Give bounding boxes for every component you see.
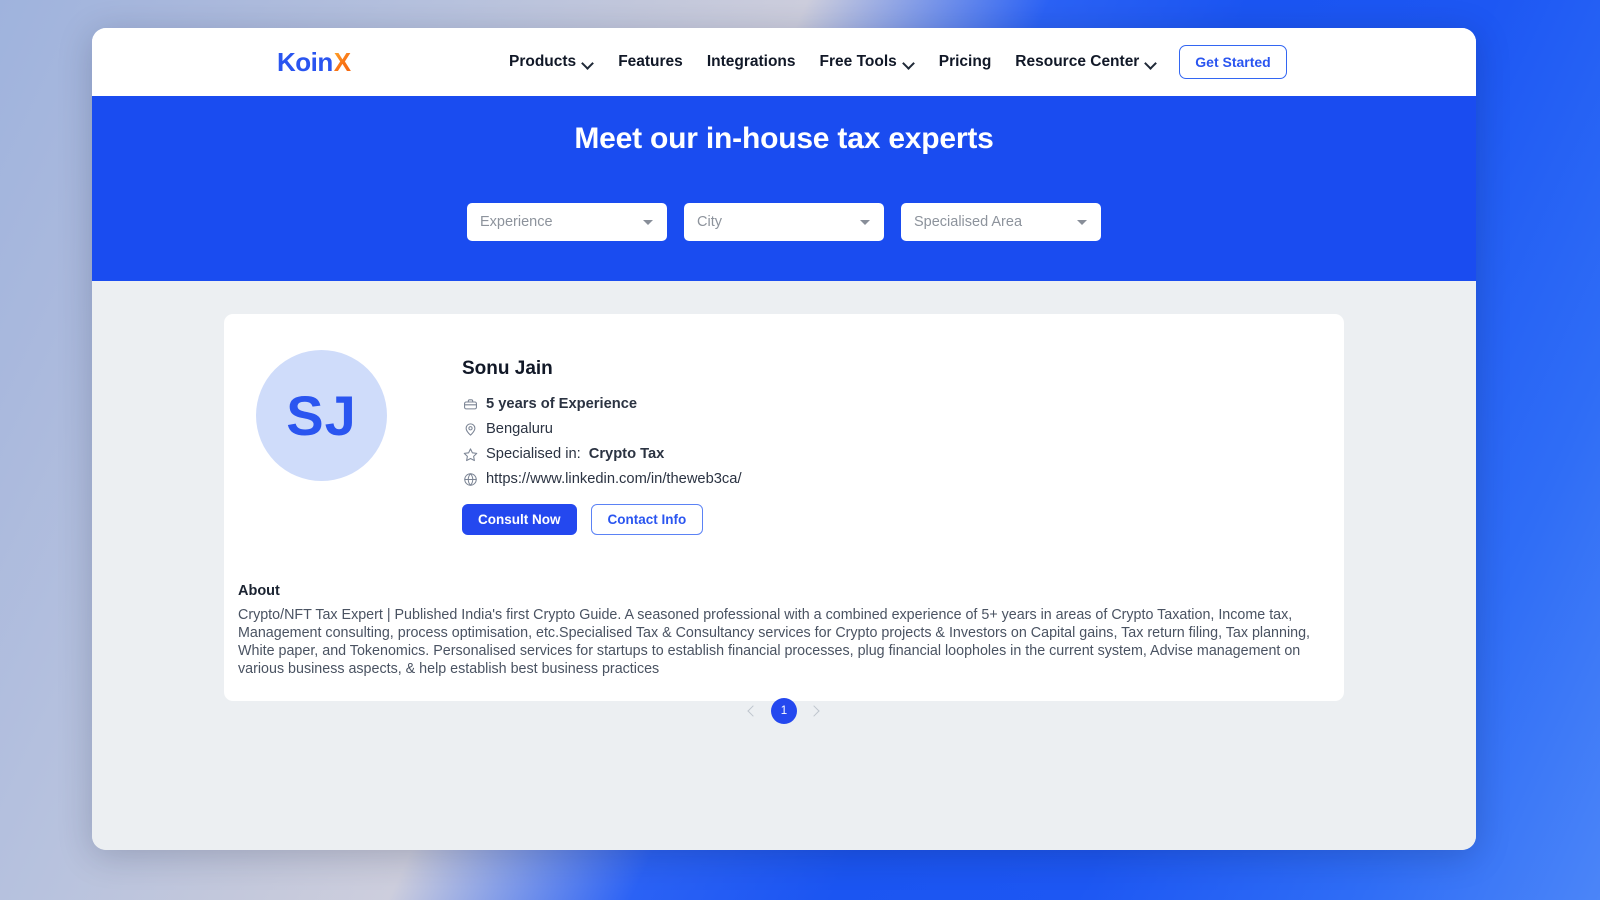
logo-text-x: X [333,46,351,77]
globe-icon [462,471,478,487]
experience-text: 5 years of Experience [486,396,638,412]
city-select[interactable]: City [684,203,884,241]
map-pin-icon [462,421,478,437]
content-area: SJ Sonu Jain 5 years of Experience Benga… [92,281,1476,850]
city-select-label: City [697,214,722,230]
consult-now-button[interactable]: Consult Now [462,504,577,535]
nav-links: Products Features Integrations Free Tool… [497,47,1169,77]
caret-down-icon [643,219,653,225]
experience-select[interactable]: Experience [467,203,667,241]
filter-bar: Experience City Specialised Area [92,203,1476,241]
nav-item-label: Resource Center [1015,53,1140,70]
expert-card-header: SJ Sonu Jain 5 years of Experience Benga… [224,346,1344,535]
specialisation-prefix: Specialised in: [486,446,581,462]
top-navigation-bar: Koin X Products Features Integrations Fre… [92,28,1476,96]
about-text: Crypto/NFT Tax Expert | Published India'… [238,607,1311,678]
specialised-area-select[interactable]: Specialised Area [901,203,1101,241]
nav-item-pricing[interactable]: Pricing [927,47,1004,77]
location-row: Bengaluru [462,421,742,437]
nav-item-label: Integrations [706,53,796,70]
nav-item-features[interactable]: Features [606,47,695,77]
website-row[interactable]: https://www.linkedin.com/in/theweb3ca/ [462,471,742,487]
briefcase-icon [462,396,478,412]
about-section: About Crypto/NFT Tax Expert | Published … [224,535,1344,701]
nav-item-label: Free Tools [819,53,897,70]
specialised-area-select-label: Specialised Area [914,214,1023,230]
avatar: SJ [256,350,387,481]
specialisation-row: Specialised in: Crypto Tax [462,446,742,462]
expert-name: Sonu Jain [462,358,553,379]
nav-item-label: Pricing [938,53,992,70]
pagination-prev-icon[interactable] [744,703,760,719]
nav-item-label: Products [509,53,577,70]
location-text: Bengaluru [486,421,553,437]
pagination-page-1[interactable]: 1 [771,698,797,724]
experience-row: 5 years of Experience [462,396,742,412]
nav-item-label: Features [618,53,683,70]
koinx-logo[interactable]: Koin X [277,47,351,78]
hero-section: Meet our in-house tax experts Experience… [92,96,1476,281]
nav-item-free-tools[interactable]: Free Tools [808,47,927,77]
nav-item-integrations[interactable]: Integrations [695,47,808,77]
page-frame: Koin X Products Features Integrations Fre… [92,28,1476,850]
contact-info-button[interactable]: Contact Info [590,504,704,535]
about-heading: About [238,583,280,599]
chevron-down-icon [1146,59,1157,66]
expert-actions: Consult Now Contact Info [462,504,742,535]
pagination: 1 [92,698,1476,724]
experience-select-label: Experience [480,214,553,230]
get-started-button[interactable]: Get Started [1179,45,1287,79]
expert-profile-card: SJ Sonu Jain 5 years of Experience Benga… [224,314,1344,701]
caret-down-icon [860,219,870,225]
specialisation-value: Crypto Tax [588,446,665,462]
chevron-down-icon [583,59,594,66]
expert-info: Sonu Jain 5 years of Experience Bengalur… [462,346,742,535]
logo-text-koin: Koin [277,46,333,77]
star-icon [462,446,478,462]
caret-down-icon [1077,219,1087,225]
nav-item-products[interactable]: Products [497,47,606,77]
page-title: Meet our in-house tax experts [574,122,994,155]
website-link[interactable]: https://www.linkedin.com/in/theweb3ca/ [486,471,742,487]
chevron-down-icon [904,59,915,66]
nav-item-resource-center[interactable]: Resource Center [1003,47,1169,77]
pagination-next-icon[interactable] [808,703,824,719]
